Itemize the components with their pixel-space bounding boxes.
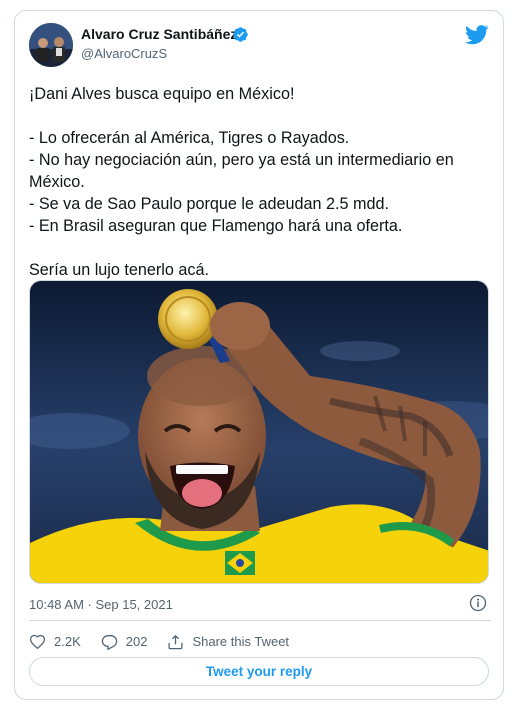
share-label: Share this Tweet <box>192 633 290 649</box>
info-icon[interactable] <box>469 594 487 612</box>
share-button[interactable]: Share this Tweet <box>167 633 289 650</box>
tweet-actions: 2.2K 202 Share this Tweet <box>29 631 309 651</box>
tweet-photo[interactable] <box>29 280 489 584</box>
like-button[interactable]: 2.2K <box>29 633 81 650</box>
reply-action-button[interactable]: 202 <box>101 633 148 650</box>
tweet-timestamp[interactable]: 10:48 AM · Sep 15, 2021 <box>29 597 173 612</box>
author-avatar[interactable] <box>29 23 73 67</box>
reply-count: 202 <box>125 633 148 649</box>
tweet-your-reply-button[interactable]: Tweet your reply <box>29 657 489 686</box>
divider <box>29 620 491 621</box>
tweet-card: Alvaro Cruz Santibáñez @AlvaroCruzS ¡Dan… <box>14 10 504 700</box>
like-count: 2.2K <box>54 633 81 649</box>
twitter-bird-icon[interactable] <box>465 25 489 45</box>
verified-badge-icon <box>233 27 248 42</box>
tweet-text: ¡Dani Alves busca equipo en México! - Lo… <box>29 85 454 279</box>
reply-icon <box>101 634 117 650</box>
author-handle[interactable]: @AlvaroCruzS <box>81 46 167 61</box>
author-name[interactable]: Alvaro Cruz Santibáñez <box>81 26 237 42</box>
share-icon <box>168 634 183 649</box>
heart-icon <box>29 634 46 649</box>
